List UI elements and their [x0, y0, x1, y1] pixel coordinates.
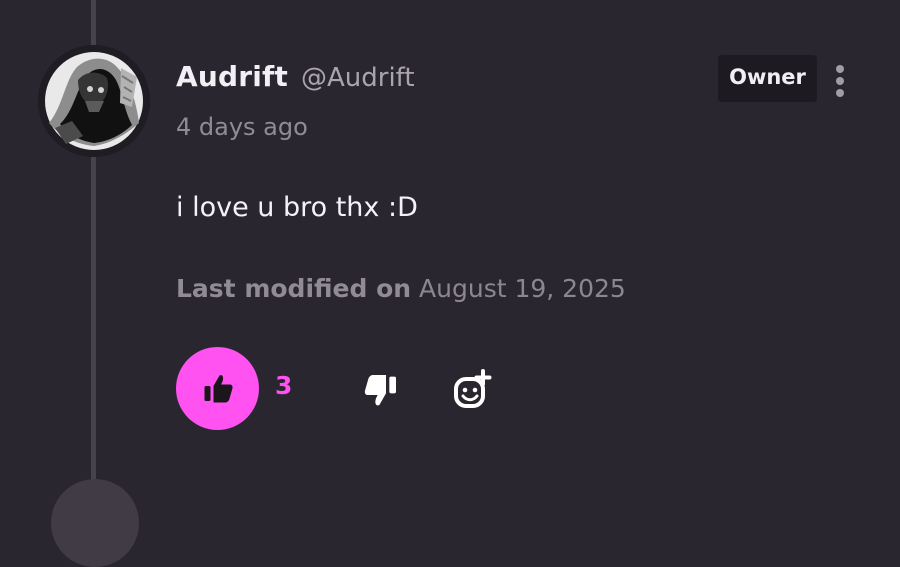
- comment-text: i love u bro thx :D: [176, 192, 418, 223]
- owner-badge: Owner: [718, 55, 817, 102]
- author-handle[interactable]: @Audrift: [301, 63, 415, 93]
- modified-info: Last modified on August 19, 2025: [176, 274, 626, 303]
- avatar-image: [38, 45, 150, 157]
- add-reaction-icon: [454, 369, 492, 408]
- author-name[interactable]: Audrift: [176, 60, 288, 93]
- like-count: 3: [275, 371, 293, 400]
- thumbs-up-icon: [204, 375, 233, 403]
- modified-label: Last modified on: [176, 274, 412, 303]
- add-reaction-button[interactable]: [450, 366, 496, 412]
- dislike-button[interactable]: [361, 370, 401, 410]
- next-comment-avatar[interactable]: [51, 479, 139, 567]
- like-button[interactable]: [176, 347, 259, 430]
- comment-timestamp[interactable]: 4 days ago: [176, 113, 308, 141]
- modified-date: August 19, 2025: [419, 274, 626, 303]
- avatar[interactable]: [38, 45, 150, 157]
- thumbs-down-icon: [364, 375, 396, 406]
- more-options-button[interactable]: [826, 61, 854, 101]
